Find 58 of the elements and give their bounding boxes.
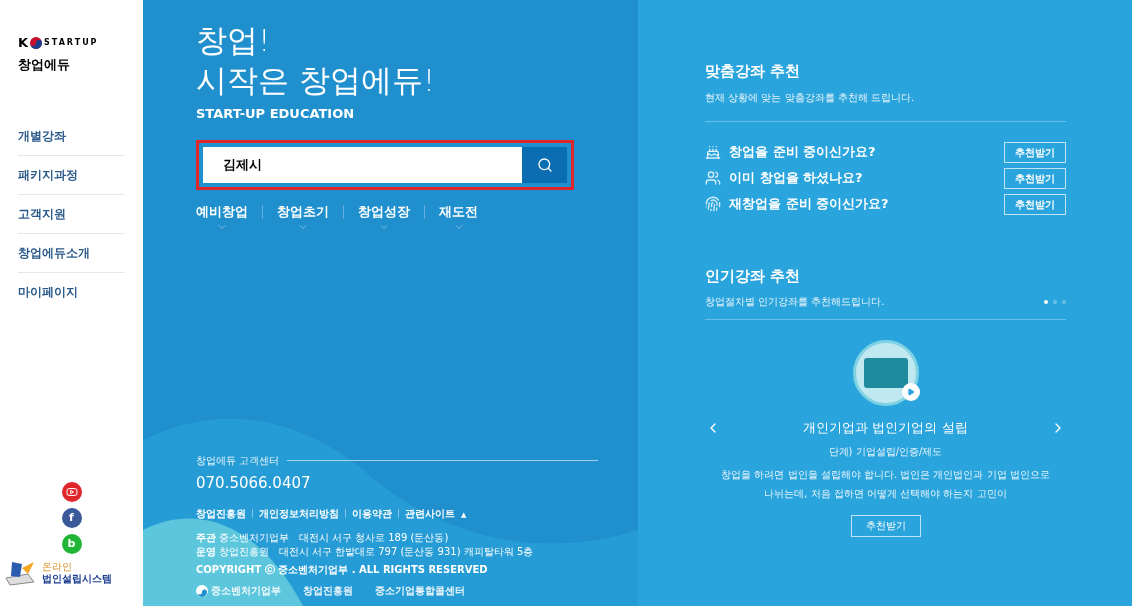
logo-letter: K (18, 36, 29, 49)
play-icon (901, 383, 920, 401)
people-icon (705, 170, 721, 186)
section-description: 현재 상황에 맞는 맞춤강좌를 추천해 드립니다. (705, 90, 916, 105)
address-line: 주관 중소벤처기업부 대전시 서구 청사로 189 (둔산동) (196, 531, 450, 545)
hero-title: 시작은 창업에듀! (196, 61, 437, 100)
system-link-title: 법인설립시스템 (42, 573, 112, 586)
hero-subtitle: START-UP EDUCATION (196, 105, 356, 123)
category-tab[interactable]: 창업초기 (277, 201, 329, 233)
corporate-system-link[interactable]: 온라인 법인설립시스템 (4, 560, 143, 586)
sidebar-menu-item[interactable]: 마이페이지 (18, 272, 125, 312)
footer-link[interactable]: 개인정보처리방침 (259, 506, 339, 521)
taegeuk-icon (30, 36, 43, 49)
section-description: 창업절차별 인기강좌를 추천해드립니다. (705, 295, 885, 309)
youtube-link[interactable] (61, 482, 82, 502)
category-tab[interactable]: 예비창업 (196, 201, 248, 233)
play-icon (65, 486, 78, 498)
emblem-icon (196, 584, 208, 597)
search-icon (536, 156, 553, 173)
category-tab[interactable]: 창업성장 (358, 201, 410, 233)
sidebar-menu-item[interactable]: 고객지원 (18, 194, 125, 234)
slide-summary: 창업을 하려면 법인을 설립해야 합니다. 법인은 개인법인과 기업 법인으로 나뉘는데, 처음 접하면 어떻게 선택해야 하는지 고민이 (720, 467, 1051, 501)
recommend-button[interactable]: 추천받기 (1004, 193, 1066, 215)
hero-title: 창업! (196, 21, 272, 60)
question-text: 재창업을 준비 중이신가요? (729, 195, 889, 214)
question-text: 창업을 준비 중이신가요? (729, 143, 876, 162)
address-line: 운영 창업진흥원 대전시 서구 한밭대로 797 (둔산동 931) 캐피탈타워 5층 (196, 545, 535, 559)
slide-title: 개인기업과 법인기업의 설립 (803, 419, 968, 437)
section-title: 인기강좌 추천 (705, 265, 802, 287)
logo-word: STARTUP (44, 36, 99, 49)
search-button[interactable] (522, 146, 567, 183)
support-center-label: 창업에듀 고객센터 (196, 453, 280, 468)
partner-logo[interactable]: 중소기업통합콜센터 (375, 583, 465, 598)
laptop-icon (4, 560, 38, 586)
recommend-button[interactable]: 추천받기 (850, 514, 921, 537)
fingerprint-icon (705, 196, 721, 212)
slide-stage: 단계) 기업설립/인증/제도 (828, 444, 943, 459)
section-title: 맞춤강좌 추천 (705, 61, 802, 82)
recommend-button[interactable]: 추천받기 (1004, 141, 1066, 163)
brand-logo[interactable]: K STARTUP (18, 36, 143, 49)
partner-logo[interactable]: 창업진흥원 (303, 583, 353, 598)
recommend-button[interactable]: 추천받기 (1004, 167, 1066, 189)
copyright-text: COPYRIGHT ⓒ 중소벤처기업부 . ALL RIGHTS RESERVED (196, 563, 489, 577)
system-link-caption: 온라인 (42, 560, 73, 573)
partner-logo[interactable]: 중소벤처기업부 (196, 583, 281, 598)
sidebar-menu-item[interactable]: 패키지과정 (18, 155, 125, 195)
sidebar-menu-item[interactable]: 개별강좌 (18, 116, 125, 156)
search-field[interactable]: 김제시 (203, 146, 522, 183)
category-tab[interactable]: 재도전 (439, 201, 478, 233)
question-text: 이미 창업을 하셨나요? (729, 169, 863, 188)
facebook-link[interactable]: f (61, 508, 82, 528)
footer-link[interactable]: 창업진흥원 (196, 506, 246, 521)
cake-icon (705, 144, 721, 160)
phone-number: 070.5066.0407 (196, 472, 312, 494)
sidebar-menu-item[interactable]: 창업에듀소개 (18, 233, 125, 273)
logo-subtitle: 창업에듀 (18, 56, 71, 74)
band-link[interactable]: b (61, 534, 82, 554)
footer-link[interactable]: 이용약관 (352, 506, 392, 521)
